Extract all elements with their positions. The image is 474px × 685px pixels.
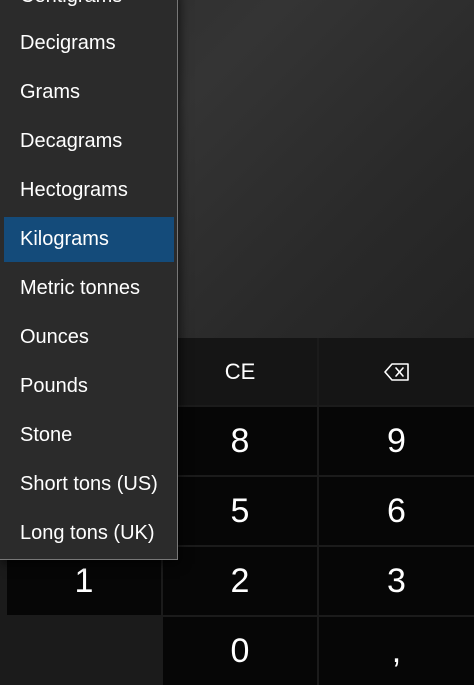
digit-2-button[interactable]: 2 — [163, 547, 317, 615]
unit-option-decigrams[interactable]: Decigrams — [4, 21, 174, 66]
unit-option-centigrams[interactable]: Centigrams — [4, 0, 174, 19]
backspace-icon — [383, 362, 410, 381]
backspace-button[interactable] — [319, 338, 474, 405]
digit-3-button[interactable]: 3 — [319, 547, 474, 615]
digit-6-button[interactable]: 6 — [319, 477, 474, 545]
unit-option-hectograms[interactable]: Hectograms — [4, 168, 174, 213]
ce-button[interactable]: CE — [163, 338, 317, 405]
unit-option-kilograms[interactable]: Kilograms — [4, 217, 174, 262]
digit-9-button[interactable]: 9 — [319, 407, 474, 475]
digit-5-button[interactable]: 5 — [163, 477, 317, 545]
digit-8-button[interactable]: 8 — [163, 407, 317, 475]
unit-option-metric-tonnes[interactable]: Metric tonnes — [4, 266, 174, 311]
unit-dropdown-list: Centigrams Decigrams Grams Decagrams Hec… — [0, 0, 178, 560]
unit-option-stone[interactable]: Stone — [4, 413, 174, 458]
unit-option-ounces[interactable]: Ounces — [4, 315, 174, 360]
unit-option-grams[interactable]: Grams — [4, 70, 174, 115]
digit-0-button[interactable]: 0 — [163, 617, 317, 685]
unit-option-decagrams[interactable]: Decagrams — [4, 119, 174, 164]
unit-option-long-tons-uk[interactable]: Long tons (UK) — [4, 511, 174, 556]
unit-option-short-tons-us[interactable]: Short tons (US) — [4, 462, 174, 507]
unit-option-pounds[interactable]: Pounds — [4, 364, 174, 409]
decimal-separator-button[interactable]: , — [319, 617, 474, 685]
